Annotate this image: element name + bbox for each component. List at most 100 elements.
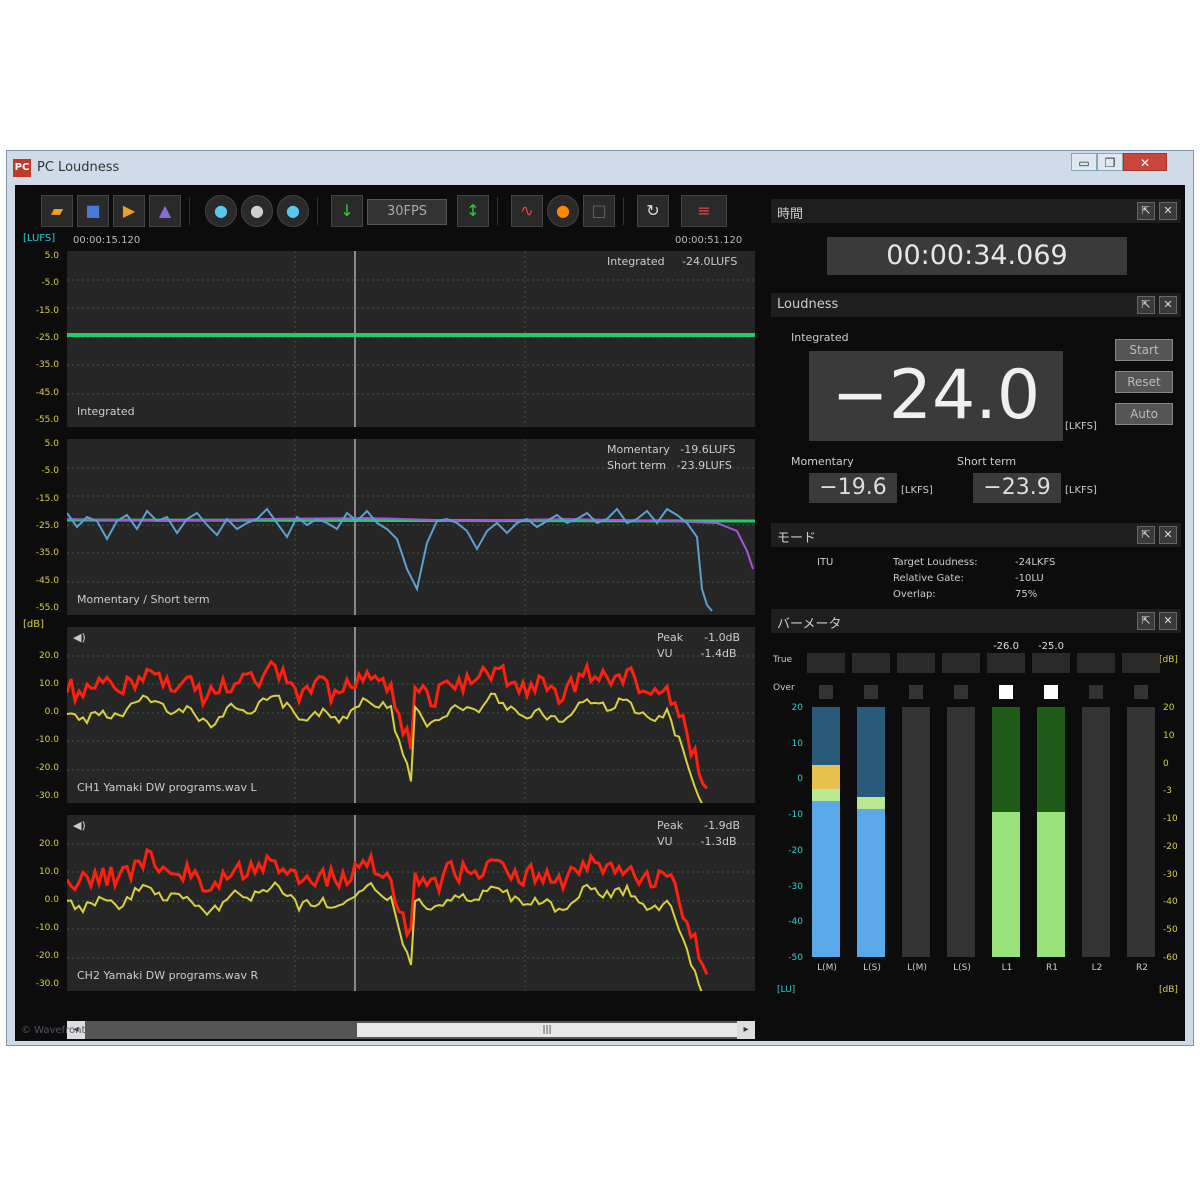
y-tick-label: -15.0: [35, 493, 59, 504]
save-icon[interactable]: ■: [77, 195, 109, 227]
meter-section-title: バーメータ: [777, 617, 842, 632]
true-peak-box: [987, 653, 1025, 673]
meter-scale-left: -20: [788, 845, 803, 856]
meter-scale-right: -30: [1163, 869, 1178, 880]
shortterm-readout: Short term -23.9LUFS: [607, 459, 732, 472]
y-tick-label: -30.0: [35, 979, 59, 989]
true-peak-value: -26.0: [993, 641, 1019, 652]
timeline-scrollbar[interactable]: ◂ ||| ▸: [67, 1021, 755, 1039]
integrated-graph-panel: Integrated -24.0LUFS Integrated: [67, 251, 755, 427]
popout-icon[interactable]: ⇱: [1137, 202, 1155, 220]
monitor-icon[interactable]: ●: [277, 195, 309, 227]
target-loudness-label: Target Loudness:: [893, 557, 978, 568]
meter-channel-label: L(M): [907, 963, 927, 973]
ch2-waveform-graph: [67, 815, 755, 991]
meter-fill: [812, 801, 840, 957]
integrated-graph: [67, 251, 755, 427]
momentary-value-display: −19.6: [809, 473, 897, 503]
meter-scale-right: -40: [1163, 897, 1178, 908]
speaker-icon[interactable]: ◀): [73, 819, 86, 832]
waveform-icon[interactable]: ∿: [511, 195, 543, 227]
popout-icon[interactable]: ⇱: [1137, 526, 1155, 544]
true-peak-value: -25.0: [1038, 641, 1064, 652]
meter-bar-ls: [947, 707, 975, 957]
true-peak-box: [807, 653, 845, 673]
loudness-section-title: Loudness: [777, 297, 839, 312]
over-indicator: [954, 685, 968, 699]
meter-scale-left: -30: [788, 881, 803, 892]
close-icon[interactable]: ✕: [1159, 612, 1177, 630]
true-peak-box: [852, 653, 890, 673]
maximize-button[interactable]: ❐: [1097, 153, 1123, 171]
settings-icon[interactable]: ≡: [681, 195, 727, 227]
step-up-icon[interactable]: ↕: [457, 195, 489, 227]
speaker-icon[interactable]: ◀): [73, 631, 86, 644]
y-tick-label: -25.0: [35, 333, 59, 343]
momentary-readout: Momentary -19.6LUFS: [607, 443, 736, 456]
y-tick-label: 5.0: [44, 251, 59, 261]
ch2-panel-label: CH2 Yamaki DW programs.wav R: [77, 969, 259, 982]
ch2-graph-panel: ◀) Peak -1.9dB VU -1.3dB CH2 Yamaki DW p…: [67, 815, 755, 991]
meter-channel-label: L(M): [817, 963, 837, 973]
time-end-label: 00:00:51.120: [675, 235, 743, 246]
minimize-button[interactable]: ▭: [1071, 153, 1097, 171]
target-loudness-value: -24LKFS: [1015, 557, 1056, 568]
meter-scale-right: 0: [1163, 758, 1169, 769]
momentary-label: Momentary: [791, 455, 854, 468]
mode-section-header: モード ⇱ ✕: [771, 523, 1181, 547]
popout-icon[interactable]: ⇱: [1137, 612, 1155, 630]
y-tick-label: -10.0: [35, 923, 59, 933]
step-down-icon[interactable]: ↓: [331, 195, 363, 227]
blank-icon[interactable]: □: [583, 195, 615, 227]
refresh-icon[interactable]: ↻: [637, 195, 669, 227]
meter-channel-label: L2: [1091, 963, 1103, 973]
meter-channel-label: R2: [1136, 963, 1148, 973]
title-bar: PC PC Loudness ▭ ❐ ✕: [7, 151, 1193, 185]
export-icon[interactable]: ▲: [149, 195, 181, 227]
popout-icon[interactable]: ⇱: [1137, 296, 1155, 314]
open-file-icon[interactable]: ▶: [113, 195, 145, 227]
close-button[interactable]: ✕: [1123, 153, 1167, 171]
scroll-thumb[interactable]: |||: [357, 1023, 737, 1037]
relative-gate-value: -10LU: [1015, 573, 1044, 584]
open-folder-icon[interactable]: ▰: [41, 195, 73, 227]
reset-button[interactable]: Reset: [1115, 371, 1173, 393]
auto-button[interactable]: Auto: [1115, 403, 1173, 425]
play-icon[interactable]: ●: [205, 195, 237, 227]
meter-fill: [812, 765, 840, 789]
y-tick-label: 10.0: [38, 679, 59, 689]
fps-display[interactable]: 30FPS: [367, 199, 447, 225]
meter-fill: [857, 797, 885, 809]
meter-bar-ls: [857, 707, 885, 957]
meter-fill: [857, 809, 885, 957]
meter-scale-left: 20: [791, 703, 803, 713]
meter-scale-right: -60: [1163, 953, 1178, 963]
close-icon[interactable]: ✕: [1159, 526, 1177, 544]
y-tick-label: -10.0: [35, 735, 59, 745]
meter-channel-label: L(S): [953, 963, 971, 973]
over-label: Over: [773, 683, 795, 693]
close-icon[interactable]: ✕: [1159, 202, 1177, 220]
y-tick-label: -35.0: [35, 548, 59, 559]
y-tick-label: -30.0: [35, 791, 59, 801]
y-tick-label: 0.0: [44, 707, 59, 717]
meter-unit-right: [dB]: [1159, 985, 1178, 995]
y-tick-label: -45.0: [35, 575, 59, 586]
y-tick-label: 5.0: [44, 439, 59, 449]
true-peak-box: [1032, 653, 1070, 673]
scroll-right-button[interactable]: ▸: [737, 1021, 755, 1039]
marker-icon[interactable]: ●: [547, 195, 579, 227]
over-indicator: [819, 685, 833, 699]
db-unit-label: [dB]: [23, 619, 45, 630]
record-icon[interactable]: ●: [241, 195, 273, 227]
close-icon[interactable]: ✕: [1159, 296, 1177, 314]
meter-fill: [992, 812, 1020, 957]
start-button[interactable]: Start: [1115, 339, 1173, 361]
client-area: ▰ ■ ▶ ▲ ● ● ● ↓ 30FPS ↕ ∿ ● □ ↻ ≡ [LUFS]…: [15, 185, 1185, 1041]
loudness-section-header: Loudness ⇱ ✕: [771, 293, 1181, 317]
ch2-vu-readout: VU -1.3dB: [657, 835, 737, 848]
true-peak-box: [1077, 653, 1115, 673]
meter-scale-left: -10: [788, 810, 803, 821]
over-indicator: [864, 685, 878, 699]
meter-bar-l2: [1082, 707, 1110, 957]
